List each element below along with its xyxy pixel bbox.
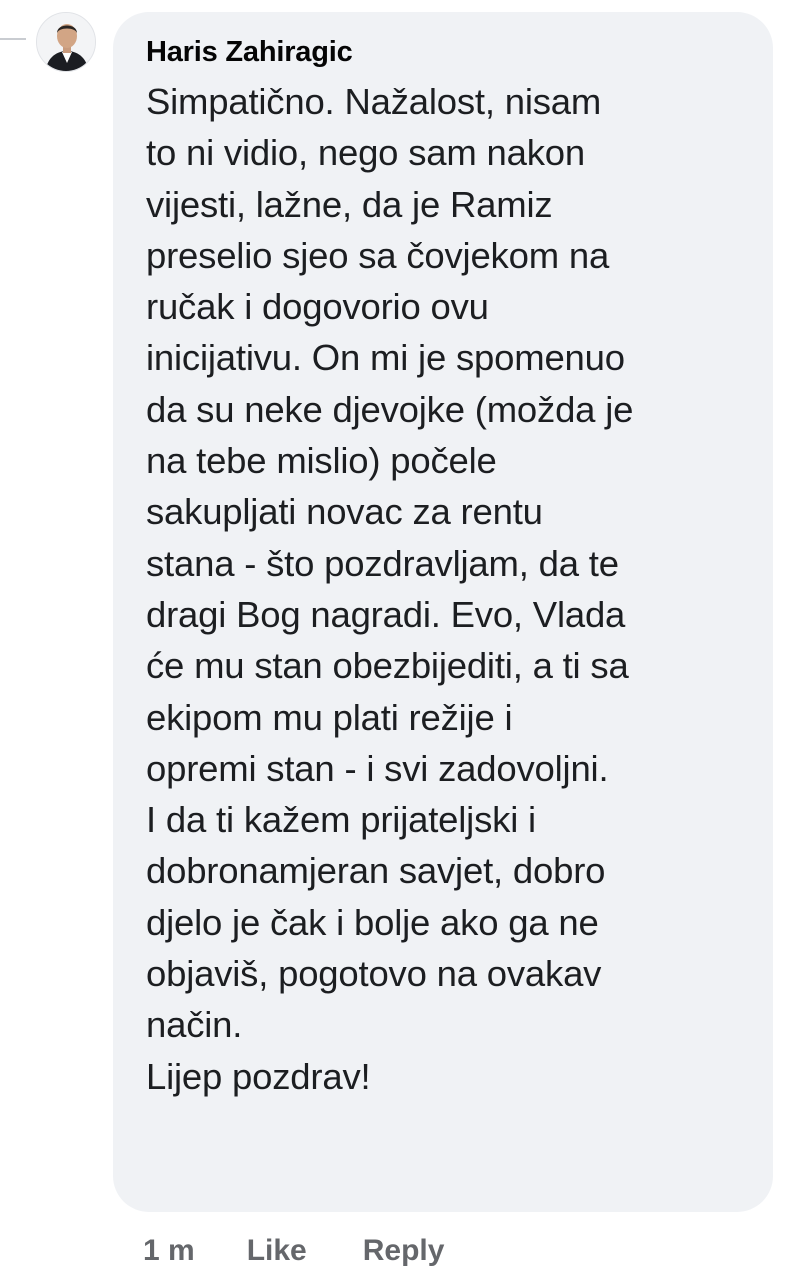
comment-line: vijesti, lažne, da je Ramiz bbox=[146, 183, 553, 225]
comment-line: način. bbox=[146, 1004, 243, 1046]
comment-line: I da ti kažem prijateljski i bbox=[146, 799, 536, 841]
comment-author-name[interactable]: Haris Zahiragic bbox=[146, 34, 751, 70]
thread-connector-line bbox=[0, 38, 26, 40]
user-avatar-icon[interactable] bbox=[36, 12, 96, 72]
comment-timestamp[interactable]: 1 m bbox=[143, 1234, 195, 1268]
comment-line: ekipom mu plati režije i bbox=[146, 696, 513, 738]
like-button[interactable]: Like bbox=[247, 1234, 307, 1268]
comment-line: preselio sjeo sa čovjekom na bbox=[146, 234, 610, 276]
comment-line: da su neke djevojke (možda je bbox=[146, 388, 634, 430]
reply-button[interactable]: Reply bbox=[363, 1234, 445, 1268]
comment-line: će mu stan obezbijediti, a ti sa bbox=[146, 645, 629, 687]
comment-line: opremi stan - i svi zadovoljni. bbox=[146, 747, 609, 789]
comment-bubble: Haris Zahiragic Simpatično. Nažalost, ni… bbox=[113, 12, 773, 1212]
comment-line: to ni vidio, nego sam nakon bbox=[146, 132, 585, 174]
comment-line: Lijep pozdrav! bbox=[146, 1055, 371, 1097]
comment-line: ručak i dogovorio ovu bbox=[146, 286, 489, 328]
comment-body: Simpatično. Nažalost, nisam to ni vidio,… bbox=[146, 76, 751, 1102]
comment-line: objaviš, pogotovo na ovakav bbox=[146, 953, 602, 995]
comment-line: dragi Bog nagradi. Evo, Vlada bbox=[146, 593, 626, 635]
comment-actions: 1 m Like Reply bbox=[143, 1229, 444, 1273]
comment-line: sakupljati novac za rentu bbox=[146, 491, 543, 533]
comment-line: stana - što pozdravljam, da te bbox=[146, 542, 619, 584]
comment-line: na tebe mislio) počele bbox=[146, 440, 497, 482]
avatar-image bbox=[37, 13, 95, 71]
comment-line: djelo je čak i bolje ako ga ne bbox=[146, 901, 599, 943]
comment-line: inicijativu. On mi je spomenuo bbox=[146, 337, 625, 379]
comment-line: Simpatično. Nažalost, nisam bbox=[146, 81, 602, 122]
comment-line: dobronamjeran savjet, dobro bbox=[146, 850, 606, 892]
